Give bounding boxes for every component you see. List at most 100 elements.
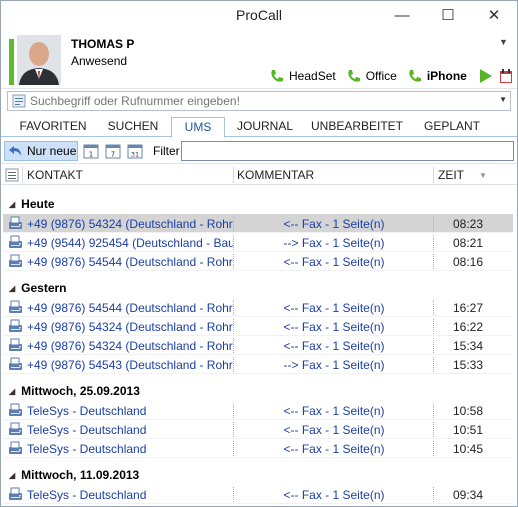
list-item[interactable]: +49 (9876) 54543 (Deutschland - Rohr ...…	[3, 355, 513, 374]
comment-cell: <-- Fax - 1 Seite(n)	[283, 423, 385, 437]
cell-divider	[233, 235, 234, 250]
group-label: Heute	[21, 197, 55, 211]
group-header[interactable]: ◢ Heute	[9, 197, 55, 211]
avatar-photo-icon	[17, 35, 61, 85]
cell-divider	[433, 441, 434, 456]
list-item[interactable]: TeleSys - Deutschland <-- Fax - 1 Seite(n…	[3, 401, 513, 420]
svg-text:7: 7	[111, 151, 115, 159]
list-item[interactable]: +49 (9876) 54544 (Deutschland - Rohr ...…	[3, 252, 513, 271]
comment-cell: <-- Fax - 1 Seite(n)	[283, 339, 385, 353]
play-icon[interactable]	[479, 68, 493, 84]
profile-menu-icon[interactable]: ▼	[499, 37, 508, 47]
group-header[interactable]: ◢ Mittwoch, 25.09.2013	[9, 384, 140, 398]
fax-icon	[7, 299, 24, 316]
group-header[interactable]: ◢ Mittwoch, 11.09.2013	[9, 468, 139, 482]
contact-cell: TeleSys - Deutschland	[27, 442, 147, 456]
search-dropdown-icon[interactable]: ▼	[499, 95, 507, 104]
time-cell: 10:58	[452, 404, 484, 418]
collapse-triangle-icon[interactable]: ◢	[9, 387, 15, 396]
list-item[interactable]: +49 (9876) 54544 (Deutschland - Rohr ...…	[3, 298, 513, 317]
comment-cell: <-- Fax - 1 Seite(n)	[283, 255, 385, 269]
profile-panel: THOMAS P Anwesend ▼ HeadSet Office iPhon…	[1, 29, 517, 89]
time-cell: 08:21	[452, 236, 484, 250]
time-cell: 08:23	[452, 217, 484, 231]
cell-divider	[233, 216, 234, 231]
message-list: ◢ Heute +49 (9876) 54324 (Deutschland - Ro…	[1, 187, 517, 507]
fax-icon	[7, 215, 24, 232]
fax-icon	[7, 402, 24, 419]
device-office[interactable]: Office	[346, 68, 397, 84]
tab-geplant[interactable]: GEPLANT	[411, 117, 493, 137]
search-box: ▼	[7, 91, 511, 111]
cell-divider	[233, 403, 234, 418]
device-label: iPhone	[426, 69, 467, 83]
comment-cell: <-- Fax - 1 Seite(n)	[283, 404, 385, 418]
list-item[interactable]: +49 (9876) 54324 (Deutschland - Rohr ...…	[3, 214, 513, 233]
tab-ums[interactable]: UMS	[171, 117, 225, 138]
phone-icon	[271, 70, 283, 82]
time-cell: 15:34	[452, 339, 484, 353]
column-separator	[433, 167, 434, 183]
tab-journal[interactable]: JOURNAL	[227, 117, 303, 137]
calendar-month-icon[interactable]: 31	[127, 143, 143, 159]
column-comment[interactable]: KOMMENTAR	[237, 168, 314, 182]
list-item[interactable]: +49 (9876) 54324 (Deutschland - Rohr ...…	[3, 317, 513, 336]
group-label: Mittwoch, 11.09.2013	[21, 468, 140, 482]
user-name: THOMAS P	[71, 37, 135, 51]
user-status[interactable]: Anwesend	[71, 54, 127, 68]
time-cell: 16:27	[452, 301, 484, 315]
comment-cell: <-- Fax - 1 Seite(n)	[283, 442, 385, 456]
device-label: Office	[365, 69, 397, 83]
calendar-icon[interactable]	[499, 68, 513, 84]
time-cell: 15:33	[452, 358, 484, 372]
device-label: HeadSet	[289, 69, 336, 83]
avatar[interactable]	[17, 35, 61, 85]
svg-text:1: 1	[89, 151, 93, 159]
cell-divider	[233, 487, 234, 502]
contact-cell: +49 (9876) 54544 (Deutschland - Rohr ...	[27, 301, 233, 315]
tab-unbearbeitet[interactable]: UNBEARBEITET	[305, 117, 409, 137]
contact-cell: +49 (9876) 54324 (Deutschland - Rohr ...	[27, 217, 233, 231]
maximize-button[interactable]: ☐	[425, 1, 471, 29]
sort-desc-icon: ▼	[479, 171, 487, 180]
collapse-triangle-icon[interactable]: ◢	[9, 200, 15, 209]
contact-cell: TeleSys - Deutschland	[27, 423, 147, 437]
list-item[interactable]: +49 (9544) 925454 (Deutschland - Bau... -…	[3, 233, 513, 252]
tab-suchen[interactable]: SUCHEN	[97, 117, 169, 137]
list-item[interactable]: TeleSys - Deutschland <-- Fax - 1 Seite(n…	[3, 420, 513, 439]
column-chooser-icon[interactable]	[5, 168, 19, 182]
list-item[interactable]: TeleSys - Deutschland <-- Fax - 1 Seite(n…	[3, 439, 513, 458]
device-iphone[interactable]: iPhone	[407, 68, 467, 84]
cell-divider	[433, 216, 434, 231]
minimize-icon: —	[394, 6, 410, 24]
cell-divider	[233, 254, 234, 269]
contact-cell: TeleSys - Deutschland	[27, 488, 147, 502]
calendar-day-icon[interactable]: 1	[83, 143, 99, 159]
filter-input[interactable]	[181, 141, 514, 161]
maximize-icon: ☐	[441, 7, 455, 24]
minimize-button[interactable]: —	[379, 1, 425, 29]
close-button[interactable]: ✕	[471, 1, 517, 29]
list-item[interactable]: +49 (9876) 54324 (Deutschland - Rohr ...…	[3, 336, 513, 355]
list-item[interactable]: TeleSys - Deutschland <-- Fax - 1 Seite(n…	[3, 485, 513, 504]
search-input[interactable]	[30, 93, 490, 109]
new-only-button[interactable]: Nur neue	[4, 141, 78, 161]
group-header[interactable]: ◢ Gestern	[9, 281, 67, 295]
cell-divider	[233, 338, 234, 353]
collapse-triangle-icon[interactable]: ◢	[9, 284, 15, 293]
time-cell: 09:34	[452, 488, 484, 502]
device-headset[interactable]: HeadSet	[269, 68, 336, 84]
cell-divider	[433, 300, 434, 315]
tab-favoriten[interactable]: FAVORITEN	[11, 117, 95, 137]
collapse-triangle-icon[interactable]: ◢	[9, 471, 15, 480]
column-time[interactable]: ZEIT	[438, 168, 464, 182]
search-mode-icon	[12, 94, 26, 108]
time-cell: 10:51	[452, 423, 484, 437]
fax-icon	[7, 234, 24, 251]
tab-bar: FAVORITEN SUCHEN UMS JOURNAL UNBEARBEITE…	[1, 117, 517, 138]
fax-icon	[7, 440, 24, 457]
column-contact[interactable]: KONTAKT	[27, 168, 83, 182]
back-arrow-icon	[9, 146, 21, 156]
toolbar: Nur neue 1 7 31 Filter	[1, 138, 517, 164]
calendar-week-icon[interactable]: 7	[105, 143, 121, 159]
